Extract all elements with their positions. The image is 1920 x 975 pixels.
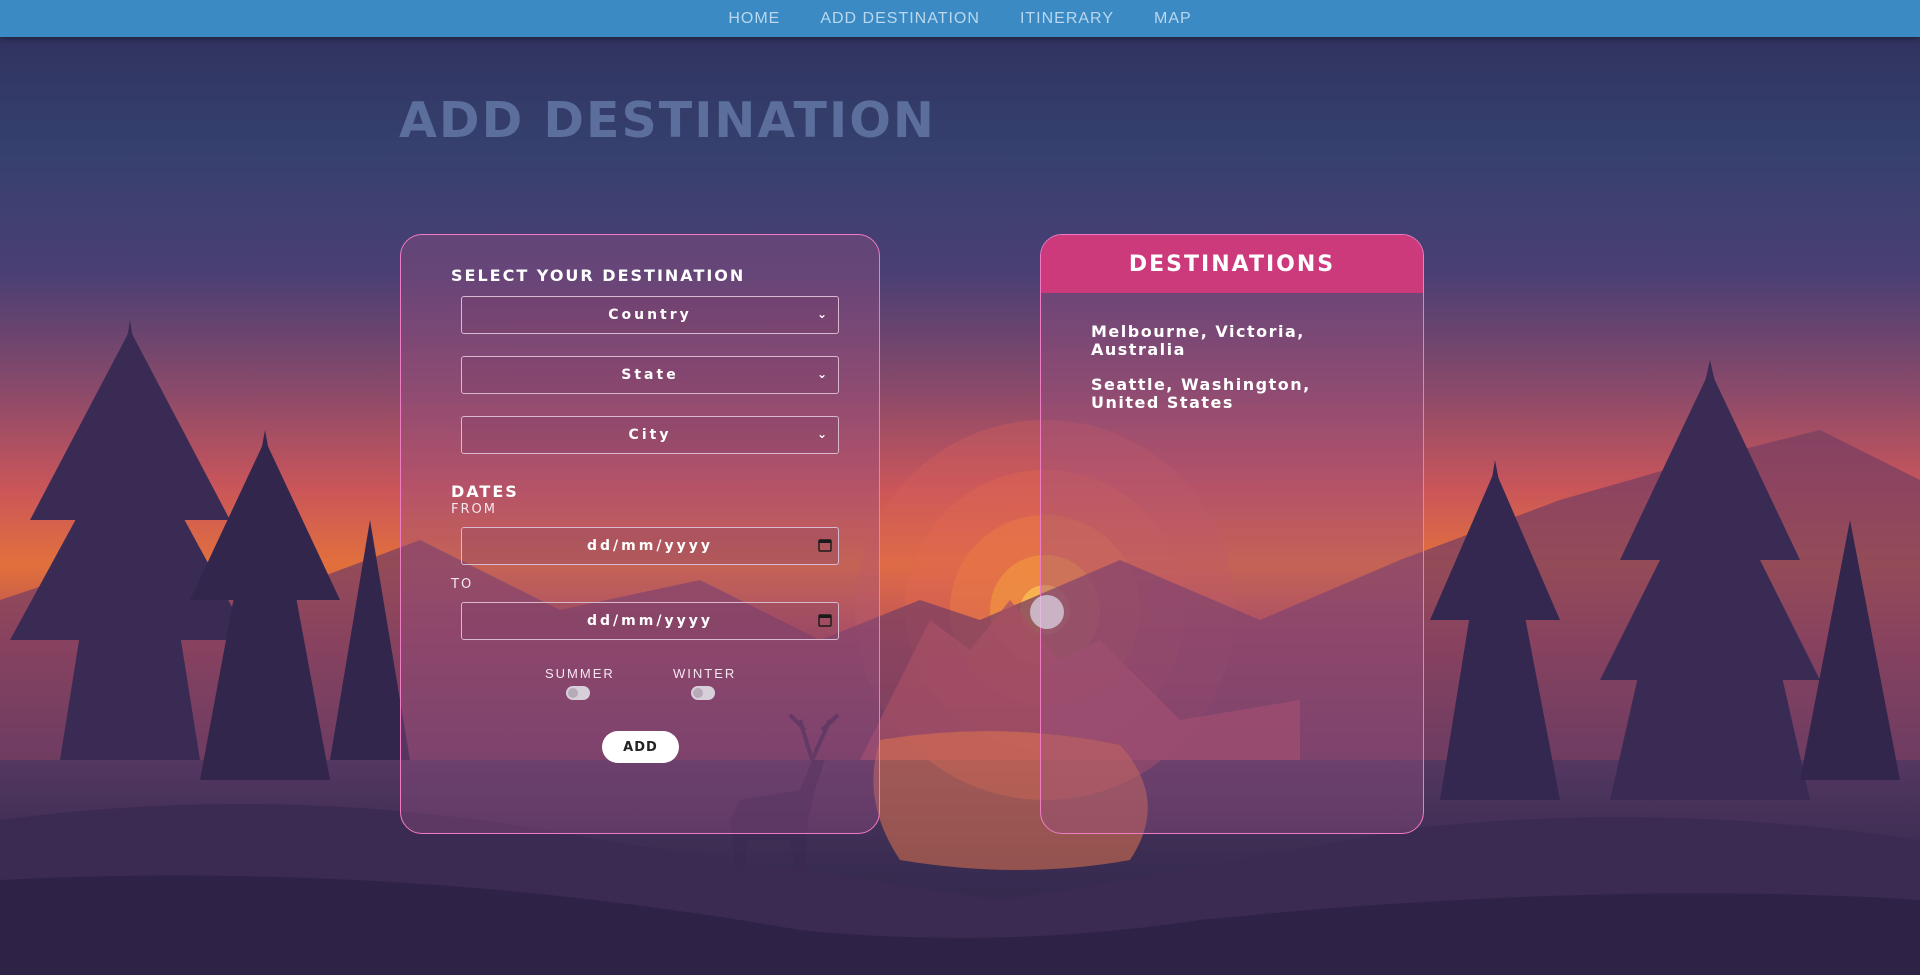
destinations-header: DESTINATIONS [1041, 235, 1423, 293]
summer-label: SUMMER [545, 666, 615, 681]
calendar-icon[interactable] [818, 613, 832, 627]
top-navbar: HOME ADD DESTINATION ITINERARY MAP [0, 0, 1920, 37]
from-date-input[interactable]: dd/mm/yyyy [461, 527, 839, 565]
destinations-panel: DESTINATIONS Melbourne, Victoria, Austra… [1040, 234, 1424, 834]
list-item[interactable]: Melbourne, Victoria, Australia [1091, 323, 1381, 359]
add-button[interactable]: ADD [602, 731, 679, 763]
nav-home-link[interactable]: HOME [728, 10, 780, 28]
chevron-down-icon: ⌄ [816, 367, 830, 381]
nav-itinerary-link[interactable]: ITINERARY [1020, 10, 1114, 28]
chevron-down-icon: ⌄ [816, 307, 830, 321]
nav-add-destination-link[interactable]: ADD DESTINATION [820, 10, 980, 28]
chevron-down-icon: ⌄ [816, 427, 830, 441]
toggle-knob [693, 688, 703, 698]
city-select[interactable]: City ⌄ [461, 416, 839, 454]
destinations-list: Melbourne, Victoria, Australia Seattle, … [1091, 323, 1381, 429]
city-select-value: City [628, 427, 672, 443]
from-date-placeholder: dd/mm/yyyy [587, 538, 713, 554]
state-select-value: State [621, 367, 679, 383]
carousel-handle[interactable] [1030, 595, 1064, 629]
country-select-value: Country [608, 307, 692, 323]
summer-toggle[interactable] [566, 686, 590, 700]
to-label: TO [451, 577, 474, 592]
page-title: ADD DESTINATION [399, 92, 936, 149]
country-select[interactable]: Country ⌄ [461, 296, 839, 334]
calendar-icon[interactable] [818, 538, 832, 552]
winter-toggle[interactable] [691, 686, 715, 700]
dates-label: DATES [451, 482, 519, 501]
to-date-placeholder: dd/mm/yyyy [587, 613, 713, 629]
from-label: FROM [451, 502, 497, 517]
to-date-input[interactable]: dd/mm/yyyy [461, 602, 839, 640]
destination-form-panel: SELECT YOUR DESTINATION Country ⌄ State … [400, 234, 880, 834]
winter-label: WINTER [673, 666, 737, 681]
nav-map-link[interactable]: MAP [1154, 10, 1192, 28]
background-landscape [0, 320, 1920, 975]
toggle-knob [568, 688, 578, 698]
list-item[interactable]: Seattle, Washington, United States [1091, 376, 1381, 412]
select-destination-label: SELECT YOUR DESTINATION [451, 266, 746, 285]
state-select[interactable]: State ⌄ [461, 356, 839, 394]
